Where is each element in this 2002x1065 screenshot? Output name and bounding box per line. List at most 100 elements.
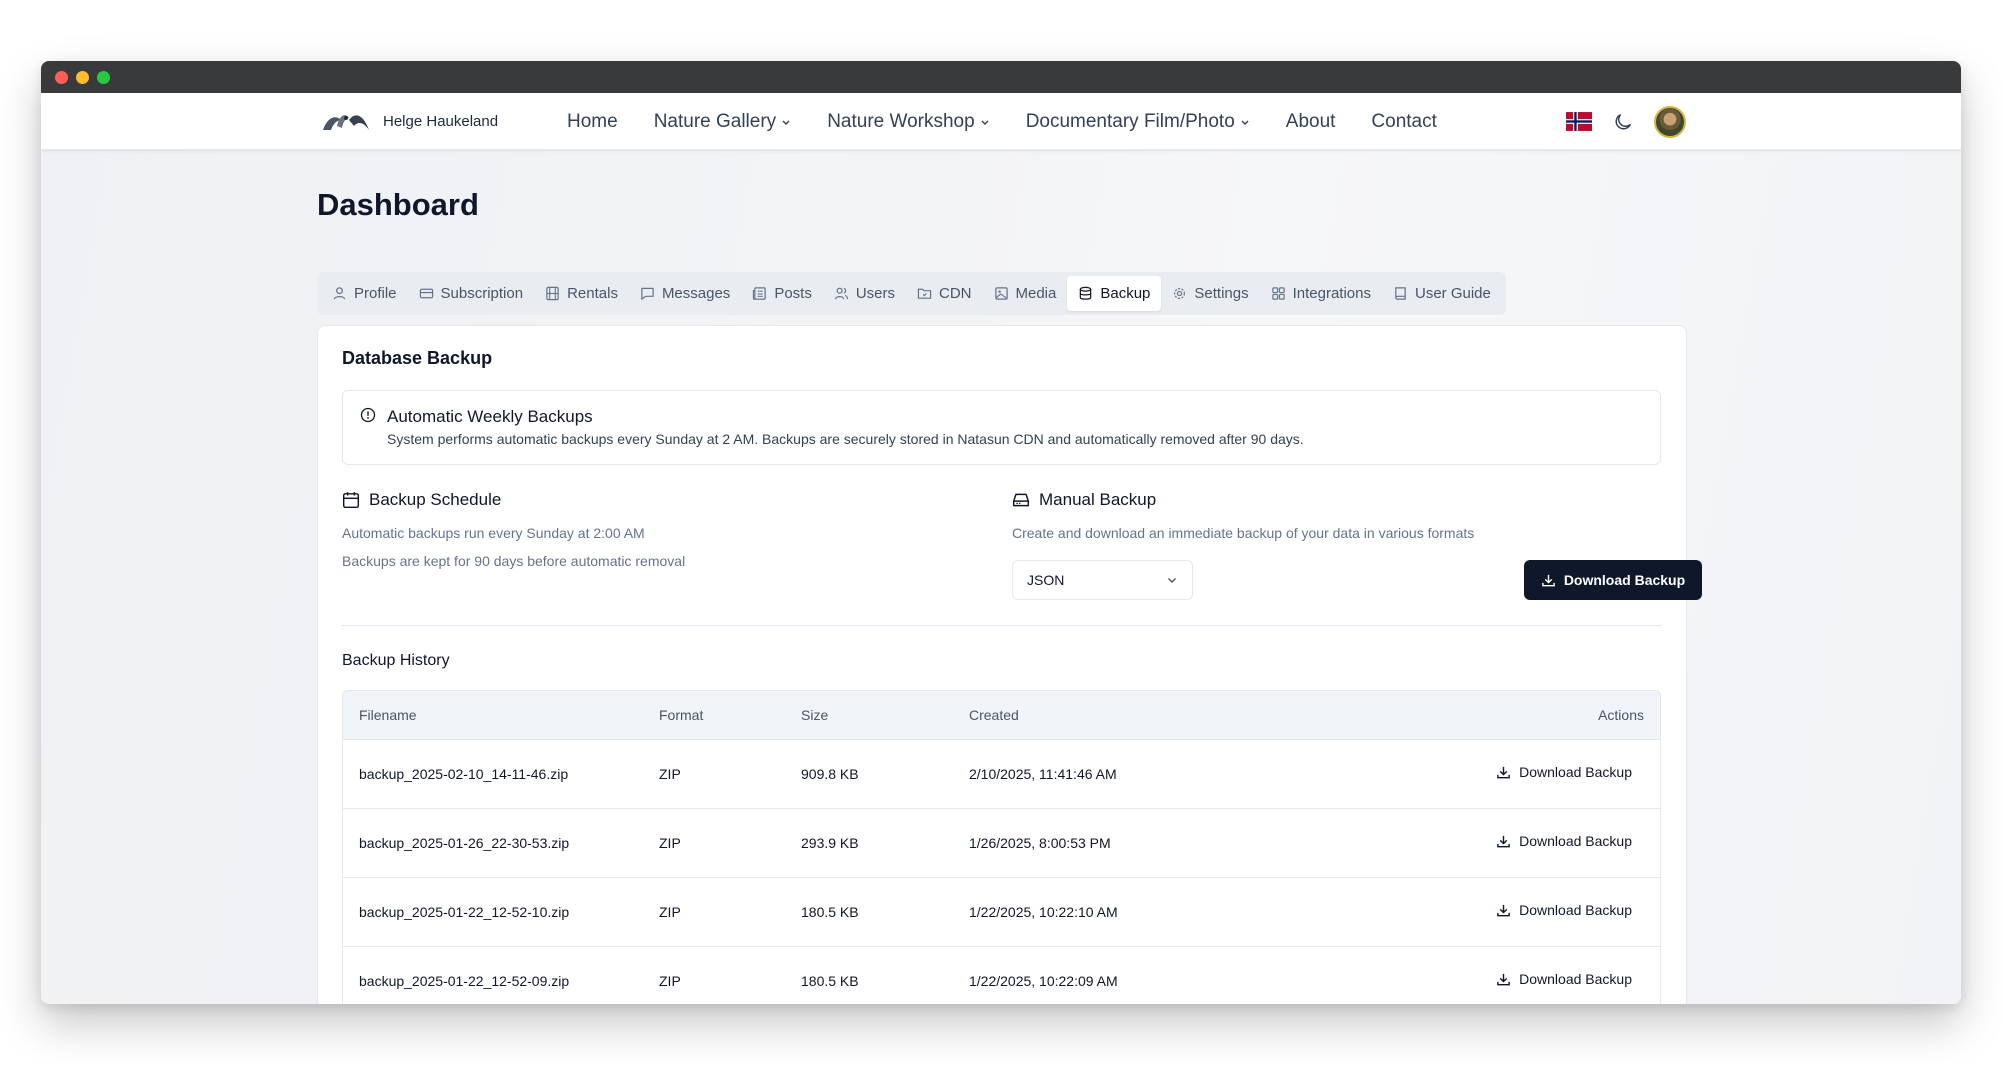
tab-user-guide-label: User Guide: [1415, 285, 1491, 302]
download-icon: [1497, 835, 1510, 847]
credit-card-icon: [419, 288, 433, 299]
brand-name: Helge Haukeland: [383, 112, 499, 130]
dashboard-tabs: Profile Subscription Rentals Messages Po…: [317, 272, 1506, 315]
image-icon: [994, 287, 1008, 300]
download-icon: [1541, 574, 1555, 586]
window-close-button[interactable]: [55, 70, 68, 84]
table-row: backup_2025-01-22_12-52-10.zip ZIP 180.5…: [343, 878, 1660, 947]
format-select[interactable]: JSON: [1012, 560, 1193, 600]
tab-media[interactable]: Media: [983, 276, 1068, 311]
newspaper-icon: [753, 287, 767, 300]
download-icon: [1497, 973, 1510, 985]
tab-backup[interactable]: Backup: [1067, 276, 1162, 311]
browser-window: Helge Haukeland Home Nature Gallery Natu…: [41, 61, 1961, 1004]
cell-size: 180.5 KB: [801, 904, 859, 920]
manual-description: Create and download an immediate backup …: [1012, 525, 1475, 541]
message-icon: [641, 287, 654, 300]
row-download-label: Download Backup: [1519, 833, 1632, 849]
nav-nature-gallery-label: Nature Gallery: [653, 110, 777, 132]
column-created: Created: [969, 707, 1019, 723]
tab-settings[interactable]: Settings: [1161, 276, 1259, 311]
cell-size: 180.5 KB: [801, 973, 859, 989]
download-icon: [1497, 766, 1510, 778]
tab-cdn-label: CDN: [939, 285, 972, 302]
row-download-button[interactable]: Download Backup: [1496, 971, 1632, 987]
download-backup-button[interactable]: Download Backup: [1524, 560, 1702, 600]
tab-user-guide[interactable]: User Guide: [1382, 276, 1502, 311]
tab-subscription[interactable]: Subscription: [408, 276, 535, 311]
norway-flag-icon[interactable]: [1566, 112, 1592, 131]
cell-filename: backup_2025-02-10_14-11-46.zip: [359, 766, 569, 782]
nav-contact[interactable]: Contact: [1371, 111, 1436, 133]
nav-contact-label: Contact: [1371, 110, 1437, 132]
column-size: Size: [801, 707, 829, 723]
row-download-button[interactable]: Download Backup: [1496, 902, 1632, 918]
tab-posts[interactable]: Posts: [741, 276, 823, 311]
cell-created: 1/22/2025, 10:22:10 AM: [969, 904, 1118, 920]
nav-documentary[interactable]: Documentary Film/Photo: [1026, 111, 1250, 133]
tab-rentals-label: Rentals: [567, 285, 618, 302]
schedule-heading: Backup Schedule: [342, 490, 501, 510]
tab-profile-label: Profile: [354, 285, 397, 302]
moon-icon[interactable]: [1612, 111, 1634, 133]
table-row: backup_2025-02-10_14-11-46.zip ZIP 909.8…: [343, 740, 1660, 809]
tab-subscription-label: Subscription: [440, 285, 524, 302]
table-row: backup_2025-01-26_22-30-53.zip ZIP 293.9…: [343, 809, 1660, 878]
avatar[interactable]: [1654, 105, 1686, 138]
history-title: Backup History: [342, 652, 450, 669]
tab-users[interactable]: Users: [823, 276, 906, 311]
nav-nature-workshop-label: Nature Workshop: [827, 110, 975, 132]
download-backup-label: Download Backup: [1563, 572, 1686, 588]
tab-cdn[interactable]: CDN: [906, 276, 983, 311]
window-titlebar: [41, 61, 1961, 93]
grid-icon: [1271, 287, 1285, 300]
alert-description: System performs automatic backups every …: [387, 431, 1304, 447]
cell-created: 1/22/2025, 10:22:09 AM: [969, 973, 1118, 989]
cell-size: 293.9 KB: [801, 835, 859, 851]
window-zoom-button[interactable]: [97, 70, 110, 84]
tab-backup-label: Backup: [1100, 285, 1151, 302]
backup-card: Database Backup Automatic Weekly Backups…: [317, 325, 1702, 1004]
brand-link[interactable]: Helge Haukeland: [321, 108, 498, 134]
table-row: backup_2025-01-22_12-52-09.zip ZIP 180.5…: [343, 947, 1660, 1004]
folder-icon: [917, 288, 932, 299]
hard-drive-icon: [1012, 493, 1030, 507]
book-icon: [1395, 287, 1406, 300]
user-icon: [333, 287, 346, 300]
tab-posts-label: Posts: [774, 285, 812, 302]
tab-messages[interactable]: Messages: [629, 276, 741, 311]
chevron-down-icon: [1241, 120, 1249, 125]
info-circle-icon: [360, 407, 376, 423]
cell-format: ZIP: [659, 904, 681, 920]
cell-filename: backup_2025-01-22_12-52-09.zip: [359, 973, 570, 989]
alert-title: Automatic Weekly Backups: [387, 407, 593, 426]
window-minimize-button[interactable]: [76, 70, 89, 84]
row-download-button[interactable]: Download Backup: [1496, 833, 1632, 849]
tab-profile[interactable]: Profile: [321, 276, 408, 311]
nav-nature-workshop[interactable]: Nature Workshop: [827, 111, 990, 133]
column-filename: Filename: [359, 707, 417, 723]
tab-settings-label: Settings: [1194, 285, 1249, 302]
nav-about[interactable]: About: [1286, 111, 1336, 133]
tab-integrations-label: Integrations: [1292, 285, 1371, 302]
tab-integrations[interactable]: Integrations: [1260, 276, 1382, 311]
tab-messages-label: Messages: [661, 285, 731, 302]
nav-nature-gallery[interactable]: Nature Gallery: [654, 111, 792, 133]
nav-home[interactable]: Home: [567, 111, 618, 133]
schedule-line-1: Automatic backups run every Sunday at 2:…: [342, 525, 645, 541]
download-icon: [1497, 904, 1510, 916]
database-icon: [1080, 286, 1092, 300]
nav-actions: [1566, 93, 1686, 150]
row-download-button[interactable]: Download Backup: [1496, 764, 1632, 780]
calendar-icon: [342, 492, 360, 509]
gear-icon: [1174, 288, 1186, 299]
film-icon: [546, 286, 559, 301]
schedule-line-2: Backups are kept for 90 days before auto…: [342, 553, 686, 569]
tab-rentals[interactable]: Rentals: [534, 276, 629, 311]
tab-media-label: Media: [1015, 285, 1057, 302]
page-title: Dashboard: [317, 187, 479, 222]
column-actions: Actions: [1598, 707, 1644, 723]
cell-format: ZIP: [659, 766, 681, 782]
section-divider: [342, 625, 1661, 626]
nav-documentary-label: Documentary Film/Photo: [1025, 110, 1235, 132]
